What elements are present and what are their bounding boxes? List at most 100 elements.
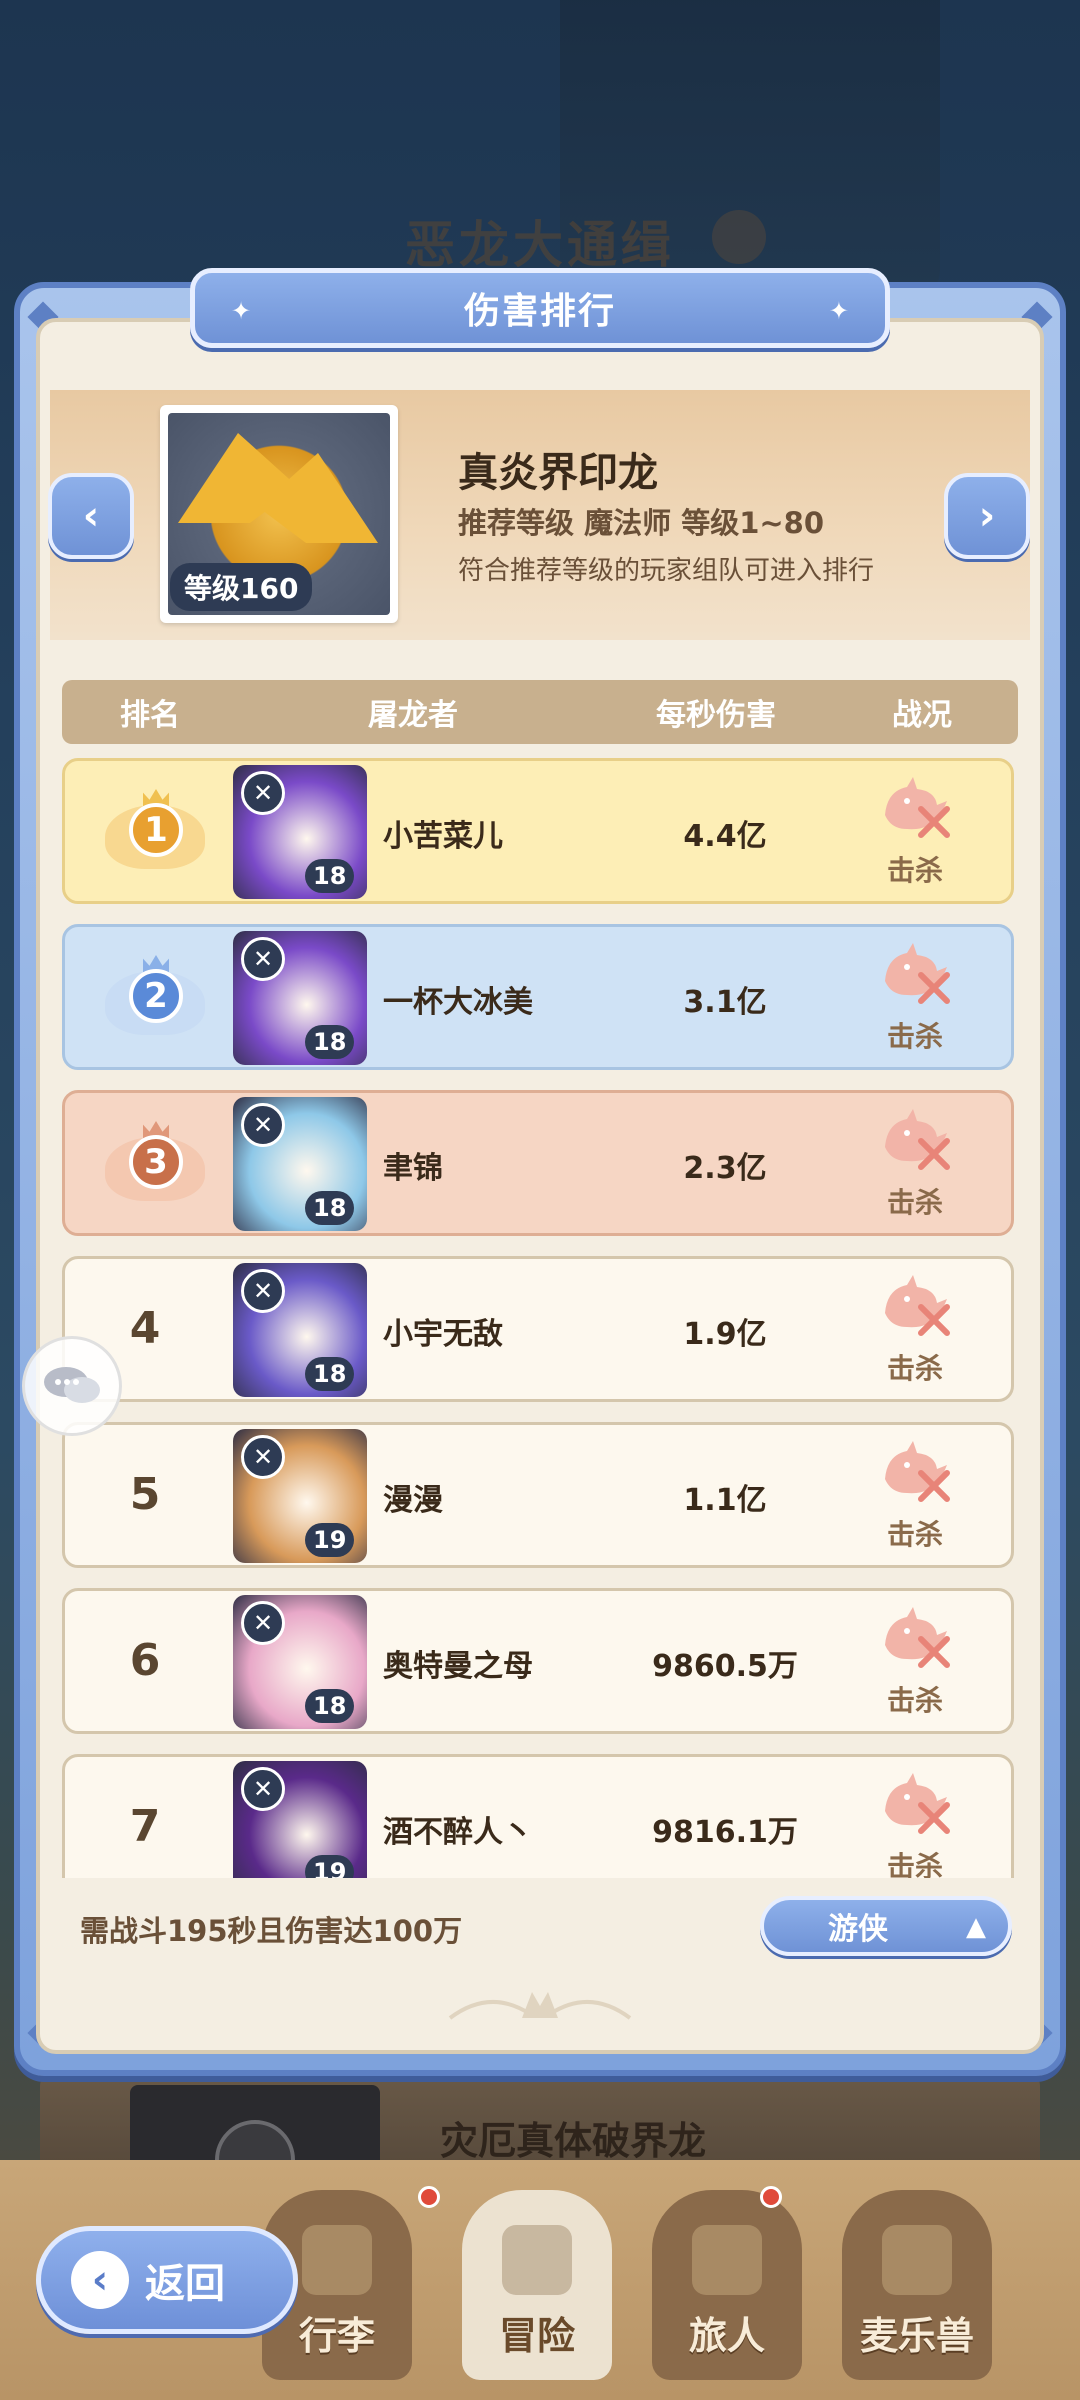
ranking-table-header: 排名 屠龙者 每秒伤害 战况 (62, 680, 1018, 744)
notification-dot (760, 2186, 782, 2208)
rank-medal-icon: 1 (105, 789, 205, 879)
boss-portrait: 等级160 (160, 405, 398, 623)
event-badge-icon (712, 210, 766, 264)
rank-medal-icon: 3 (105, 1121, 205, 1211)
damage-per-second: 3.1亿 (683, 985, 767, 1020)
ranking-requirement: 需战斗195秒且伤害达100万 (80, 1914, 463, 1948)
battle-status: 击杀 (886, 1850, 943, 1878)
rank-number: 5 (129, 1469, 161, 1520)
event-title: 恶龙大通缉 (405, 216, 675, 274)
ranking-row[interactable]: 4 ✕ 18 小宇无敌 1.9亿 击杀 (62, 1256, 1014, 1402)
player-avatar[interactable]: ✕ 18 (233, 1595, 367, 1729)
class-icon: ✕ (241, 1767, 285, 1811)
player-name: 小苦菜儿 (383, 819, 503, 854)
damage-per-second: 4.4亿 (683, 819, 767, 854)
ranking-list[interactable]: 1 ✕ 18 小苦菜儿 4.4亿 击杀 2 ✕ 18 一杯大冰美 3.1亿 击杀… (62, 758, 1018, 1878)
triangle-up-icon: ▲ (966, 1912, 986, 1942)
ranking-row[interactable]: 5 ✕ 19 漫漫 1.1亿 击杀 (62, 1422, 1014, 1568)
battle-status: 击杀 (886, 1518, 943, 1551)
player-avatar[interactable]: ✕ 18 (233, 1097, 367, 1231)
boss-level-badge: 等级160 (170, 563, 313, 611)
back-arrow-icon: ‹ (71, 2251, 129, 2309)
rank-number: 4 (129, 1303, 161, 1354)
player-name: 一杯大冰美 (383, 985, 533, 1020)
class-icon: ✕ (241, 1269, 285, 1313)
chat-button[interactable] (22, 1336, 122, 1436)
dragon-kill-icon (885, 1773, 950, 1834)
battle-status: 击杀 (886, 1684, 943, 1717)
player-level-badge: 18 (305, 1357, 355, 1391)
next-boss-button[interactable]: › (944, 473, 1030, 559)
player-avatar[interactable]: ✕ 18 (233, 1263, 367, 1397)
damage-per-second: 1.9亿 (683, 1317, 767, 1352)
back-button[interactable]: ‹ 返回 (36, 2226, 298, 2334)
dragon-kill-icon (885, 1607, 950, 1668)
rank-number: 7 (129, 1801, 161, 1852)
boss-recommendation: 推荐等级 魔法师 等级1~80 (458, 506, 825, 540)
class-icon: ✕ (241, 1601, 285, 1645)
notification-dot (418, 2186, 440, 2208)
player-level-badge: 18 (305, 1025, 355, 1059)
rank-number: 6 (129, 1635, 161, 1686)
column-header-status: 战况 (892, 698, 952, 733)
player-avatar[interactable]: ✕ 18 (233, 765, 367, 899)
battle-status: 击杀 (886, 1352, 943, 1385)
ranking-row[interactable]: 7 ✕ 19 酒不醉人丶 9816.1万 击杀 (62, 1754, 1014, 1878)
player-name: 漫漫 (383, 1483, 443, 1518)
player-name: 聿锦 (383, 1151, 443, 1186)
dragon-kill-icon (885, 1441, 950, 1502)
prev-boss-button[interactable]: ‹ (48, 473, 134, 559)
boss-ranking-note: 符合推荐等级的玩家组队可进入排行 (458, 556, 875, 586)
chevron-left-icon: ‹ (82, 493, 100, 539)
column-header-player: 屠龙者 (368, 698, 458, 733)
player-avatar[interactable]: ✕ 18 (233, 931, 367, 1065)
sparkle-icon: ✦ (231, 297, 252, 325)
player-level-badge: 19 (305, 1855, 355, 1878)
ranking-row[interactable]: 1 ✕ 18 小苦菜儿 4.4亿 击杀 (62, 758, 1014, 904)
damage-per-second: 1.1亿 (683, 1483, 767, 1518)
tab-adventure[interactable]: 冒险 (462, 2190, 612, 2380)
player-avatar[interactable]: ✕ 19 (233, 1761, 367, 1878)
player-level-badge: 18 (305, 1689, 355, 1723)
pet-icon (882, 2225, 952, 2295)
dragon-kill-icon (885, 1109, 950, 1170)
player-avatar[interactable]: ✕ 19 (233, 1429, 367, 1563)
player-level-badge: 18 (305, 859, 355, 893)
player-level-badge: 18 (305, 1191, 355, 1225)
class-icon: ✕ (241, 1103, 285, 1147)
player-name: 奥特曼之母 (383, 1649, 533, 1684)
next-boss-title: 灾厄真体破界龙 (440, 2119, 707, 2163)
chat-icon (44, 1367, 100, 1403)
battle-status: 击杀 (886, 854, 943, 887)
battle-status: 击杀 (886, 1020, 943, 1053)
chevron-right-icon: › (978, 493, 996, 539)
sparkle-icon: ✦ (828, 297, 849, 325)
ranking-row[interactable]: 6 ✕ 18 奥特曼之母 9860.5万 击杀 (62, 1588, 1014, 1734)
crossed-swords-icon (502, 2225, 572, 2295)
damage-per-second: 9860.5万 (652, 1649, 798, 1684)
footer-ornament-icon (448, 1992, 632, 2020)
column-header-rank: 排名 (120, 698, 180, 733)
dragon-kill-icon (885, 777, 950, 838)
damage-per-second: 2.3亿 (683, 1151, 767, 1186)
class-icon: ✕ (241, 937, 285, 981)
class-icon: ✕ (241, 771, 285, 815)
ranking-row[interactable]: 3 ✕ 18 聿锦 2.3亿 击杀 (62, 1090, 1014, 1236)
column-header-dps: 每秒伤害 (656, 698, 776, 733)
luggage-icon (302, 2225, 372, 2295)
modal-title-tab: ✦ 伤害排行 ✦ (190, 268, 890, 348)
dragon-kill-icon (885, 1275, 950, 1336)
tab-traveler[interactable]: 旅人 (652, 2190, 802, 2380)
traveler-icon (692, 2225, 762, 2295)
rank-medal-icon: 2 (105, 955, 205, 1045)
player-name: 小宇无敌 (383, 1317, 503, 1352)
tab-pets[interactable]: 麦乐兽 (842, 2190, 992, 2380)
battle-status: 击杀 (886, 1186, 943, 1219)
boss-name: 真炎界印龙 (458, 450, 658, 496)
ranking-row[interactable]: 2 ✕ 18 一杯大冰美 3.1亿 击杀 (62, 924, 1014, 1070)
dragon-kill-icon (885, 943, 950, 1004)
class-filter-dropdown[interactable]: 游侠 ▲ (760, 1896, 1012, 1956)
player-level-badge: 19 (305, 1523, 355, 1557)
damage-per-second: 9816.1万 (652, 1815, 798, 1850)
player-name: 酒不醉人丶 (383, 1815, 533, 1850)
